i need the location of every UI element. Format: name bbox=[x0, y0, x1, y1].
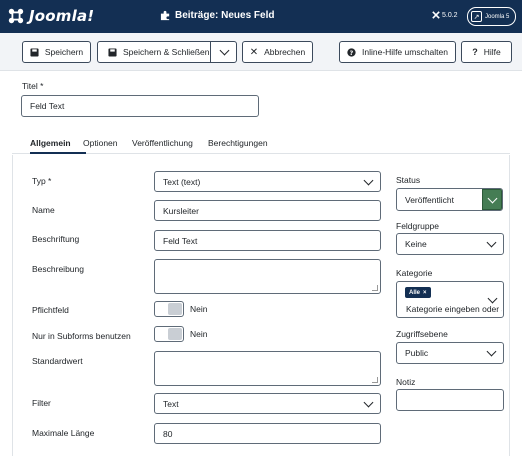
status-select-value: Veröffentlicht bbox=[405, 194, 454, 205]
chevron-down-icon bbox=[487, 293, 498, 304]
tab-options[interactable]: Optionen bbox=[83, 138, 118, 148]
question-icon: ? bbox=[472, 47, 478, 57]
user-menu-button[interactable]: ↗ Joomla 5 bbox=[467, 7, 516, 26]
field-group-select[interactable]: Keine bbox=[396, 233, 504, 255]
category-placeholder: Kategorie eingeben oder au bbox=[406, 304, 502, 314]
note-label: Notiz bbox=[396, 377, 416, 387]
inline-help-label: Inline-Hilfe umschalten bbox=[362, 47, 448, 57]
svg-text:?: ? bbox=[350, 49, 354, 56]
type-select[interactable]: Text (text) bbox=[154, 171, 381, 192]
page-title-text: Beiträge: Neues Feld bbox=[175, 10, 275, 21]
required-state: Nein bbox=[190, 304, 208, 314]
category-choices-input[interactable]: Alle × Kategorie eingeben oder au bbox=[396, 281, 504, 318]
access-select[interactable]: Public bbox=[396, 342, 504, 364]
caption-label: Beschriftung bbox=[32, 234, 80, 244]
access-select-value: Public bbox=[405, 348, 429, 358]
max-length-value: 80 bbox=[163, 428, 173, 439]
type-select-value: Text (text) bbox=[163, 176, 201, 187]
inline-help-toggle-button[interactable]: ? Inline-Hilfe umschalten bbox=[339, 41, 456, 63]
caption-input-value: Feld Text bbox=[163, 235, 198, 246]
required-toggle[interactable] bbox=[154, 301, 184, 317]
subforms-label: Nur in Subforms benutzen bbox=[32, 331, 131, 341]
save-label: Speichern bbox=[44, 47, 84, 57]
category-chip[interactable]: Alle × bbox=[405, 287, 431, 298]
save-button[interactable]: Speichern bbox=[22, 41, 91, 63]
max-length-label: Maximale Länge bbox=[32, 428, 95, 438]
external-link-icon: ↗ bbox=[471, 11, 482, 22]
page-title: Beiträge: Neues Feld bbox=[160, 10, 274, 21]
filter-select-value: Text bbox=[163, 398, 179, 409]
help-label: Hilfe bbox=[483, 47, 501, 57]
user-menu-label: Joomla 5 bbox=[485, 13, 510, 20]
filter-select[interactable]: Text bbox=[154, 393, 381, 414]
field-group-value: Keine bbox=[405, 239, 427, 249]
note-input[interactable] bbox=[396, 389, 504, 411]
access-label: Zugriffsebene bbox=[396, 329, 448, 339]
field-group-label: Feldgruppe bbox=[396, 221, 440, 231]
toggle-knob bbox=[168, 303, 182, 315]
puzzle-icon bbox=[160, 10, 170, 21]
save-dropdown-toggle[interactable] bbox=[210, 41, 237, 63]
description-textarea[interactable] bbox=[154, 259, 381, 294]
subforms-toggle[interactable] bbox=[154, 326, 184, 342]
cancel-label: Abbrechen bbox=[264, 47, 306, 57]
joomla-logo[interactable]: Joomla! bbox=[7, 6, 94, 26]
chip-remove-icon[interactable]: × bbox=[423, 290, 427, 296]
default-value-textarea[interactable] bbox=[154, 351, 381, 386]
name-input[interactable]: Kursleiter bbox=[154, 200, 381, 221]
required-label: Pflichtfeld bbox=[32, 305, 69, 315]
floppy-disk-icon bbox=[108, 47, 117, 57]
max-length-input[interactable]: 80 bbox=[154, 423, 381, 444]
subforms-state: Nein bbox=[190, 329, 208, 339]
tab-general[interactable]: Allgemein bbox=[30, 138, 71, 148]
name-input-value: Kursleiter bbox=[163, 205, 199, 216]
status-label: Status bbox=[396, 175, 421, 185]
top-header: Joomla! Beiträge: Neues Feld 5.0.2 ↗ Joo… bbox=[0, 0, 522, 33]
category-label: Kategorie bbox=[396, 268, 433, 278]
version-text: 5.0.2 bbox=[442, 11, 458, 19]
floppy-disk-icon bbox=[30, 47, 39, 57]
close-icon: ✕ bbox=[249, 46, 259, 58]
cancel-button[interactable]: ✕ Abbrechen bbox=[242, 41, 313, 63]
title-input[interactable]: Feld Text bbox=[21, 95, 259, 117]
help-button[interactable]: ? Hilfe bbox=[461, 41, 512, 63]
chevron-down-icon bbox=[363, 175, 374, 185]
caption-input[interactable]: Feld Text bbox=[154, 230, 381, 251]
tab-permissions[interactable]: Berechtigungen bbox=[208, 138, 268, 148]
name-label: Name bbox=[32, 205, 55, 215]
tab-publishing[interactable]: Veröffentlichung bbox=[132, 138, 193, 148]
active-tab-indicator bbox=[30, 152, 86, 154]
title-input-value: Feld Text bbox=[30, 101, 65, 111]
description-label: Beschreibung bbox=[32, 264, 84, 274]
chevron-down-icon bbox=[219, 45, 230, 56]
chevron-down-icon bbox=[486, 346, 497, 357]
title-label: Titel * bbox=[22, 81, 44, 91]
version-indicator[interactable]: 5.0.2 bbox=[432, 11, 458, 19]
logo-text: Joomla! bbox=[29, 7, 95, 25]
tab-bar: Allgemein Optionen Veröffentlichung Bere… bbox=[12, 132, 510, 154]
chevron-down-icon bbox=[363, 397, 374, 407]
question-circle-icon: ? bbox=[347, 47, 356, 56]
type-label: Typ * bbox=[32, 176, 52, 186]
chevron-down-icon bbox=[486, 237, 497, 248]
category-chip-label: Alle bbox=[409, 289, 421, 296]
joomla-mini-icon bbox=[432, 11, 440, 19]
toolbar: Speichern Speichern & Schließen ✕ Abbrec… bbox=[0, 33, 522, 71]
save-close-label: Speichern & Schließen bbox=[123, 47, 210, 57]
default-value-label: Standardwert bbox=[32, 356, 83, 366]
status-dropdown-button[interactable] bbox=[482, 189, 502, 210]
joomla-logo-icon bbox=[8, 8, 24, 24]
filter-label: Filter bbox=[32, 398, 51, 408]
toggle-knob bbox=[168, 328, 182, 340]
